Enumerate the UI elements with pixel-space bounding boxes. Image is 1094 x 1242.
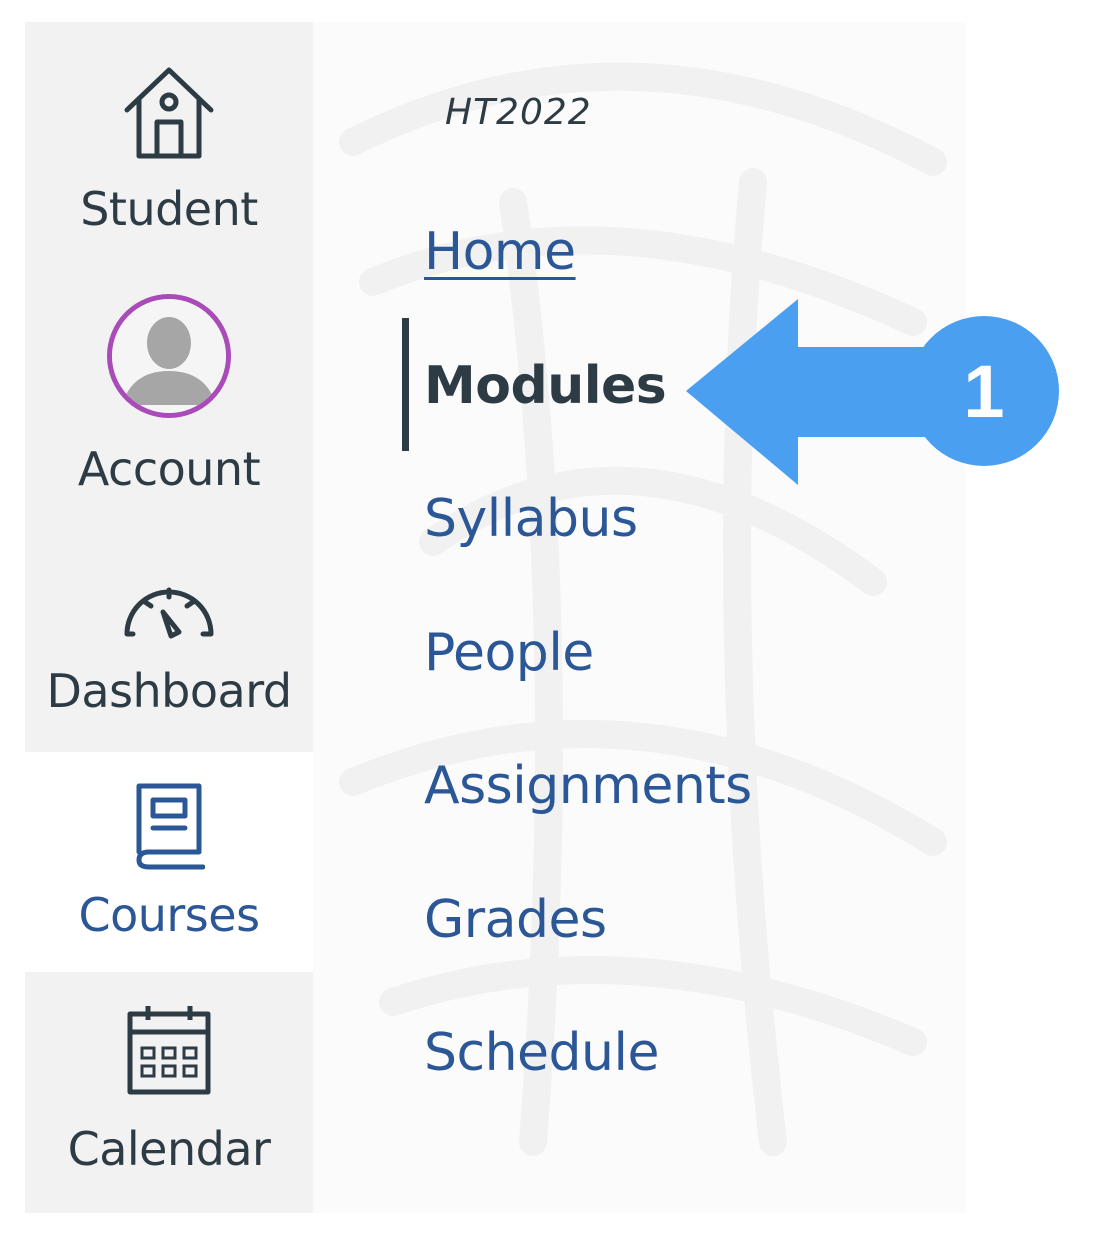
nav-item-account[interactable]: Account — [25, 294, 313, 492]
term-label: HT2022 — [445, 92, 592, 133]
course-nav-assignments[interactable]: Assignments — [424, 760, 752, 812]
callout-arrow-icon: 1 — [686, 299, 1059, 485]
course-nav-syllabus[interactable]: Syllabus — [424, 493, 638, 545]
nav-label-account: Account — [77, 442, 261, 496]
active-indicator — [402, 318, 409, 451]
course-nav-people[interactable]: People — [424, 627, 594, 679]
callout-number: 1 — [963, 350, 1004, 433]
speedometer-icon — [124, 587, 214, 639]
book-icon — [136, 783, 205, 870]
nav-label-courses: Courses — [78, 888, 260, 942]
nav-item-student[interactable]: Student — [25, 64, 313, 232]
avatar — [107, 294, 231, 418]
arrow-shape — [686, 299, 930, 485]
house-icon — [124, 67, 214, 159]
course-nav-grades[interactable]: Grades — [424, 894, 607, 946]
nav-item-calendar[interactable]: Calendar — [25, 1004, 313, 1172]
nav-label-student: Student — [80, 182, 258, 236]
course-nav-modules[interactable]: Modules — [424, 360, 667, 412]
global-nav: Student Account Dashboard Courses Calend… — [25, 22, 313, 1213]
course-nav-home[interactable]: Home — [424, 226, 576, 278]
nav-item-courses[interactable]: Courses — [25, 752, 313, 972]
nav-item-dashboard[interactable]: Dashboard — [25, 574, 313, 714]
nav-label-dashboard: Dashboard — [46, 664, 292, 718]
course-nav-schedule[interactable]: Schedule — [424, 1027, 659, 1079]
nav-label-calendar: Calendar — [67, 1122, 271, 1176]
course-menu: HT2022 Home Modules Syllabus People Assi… — [313, 22, 966, 1213]
calendar-icon — [127, 1006, 211, 1095]
